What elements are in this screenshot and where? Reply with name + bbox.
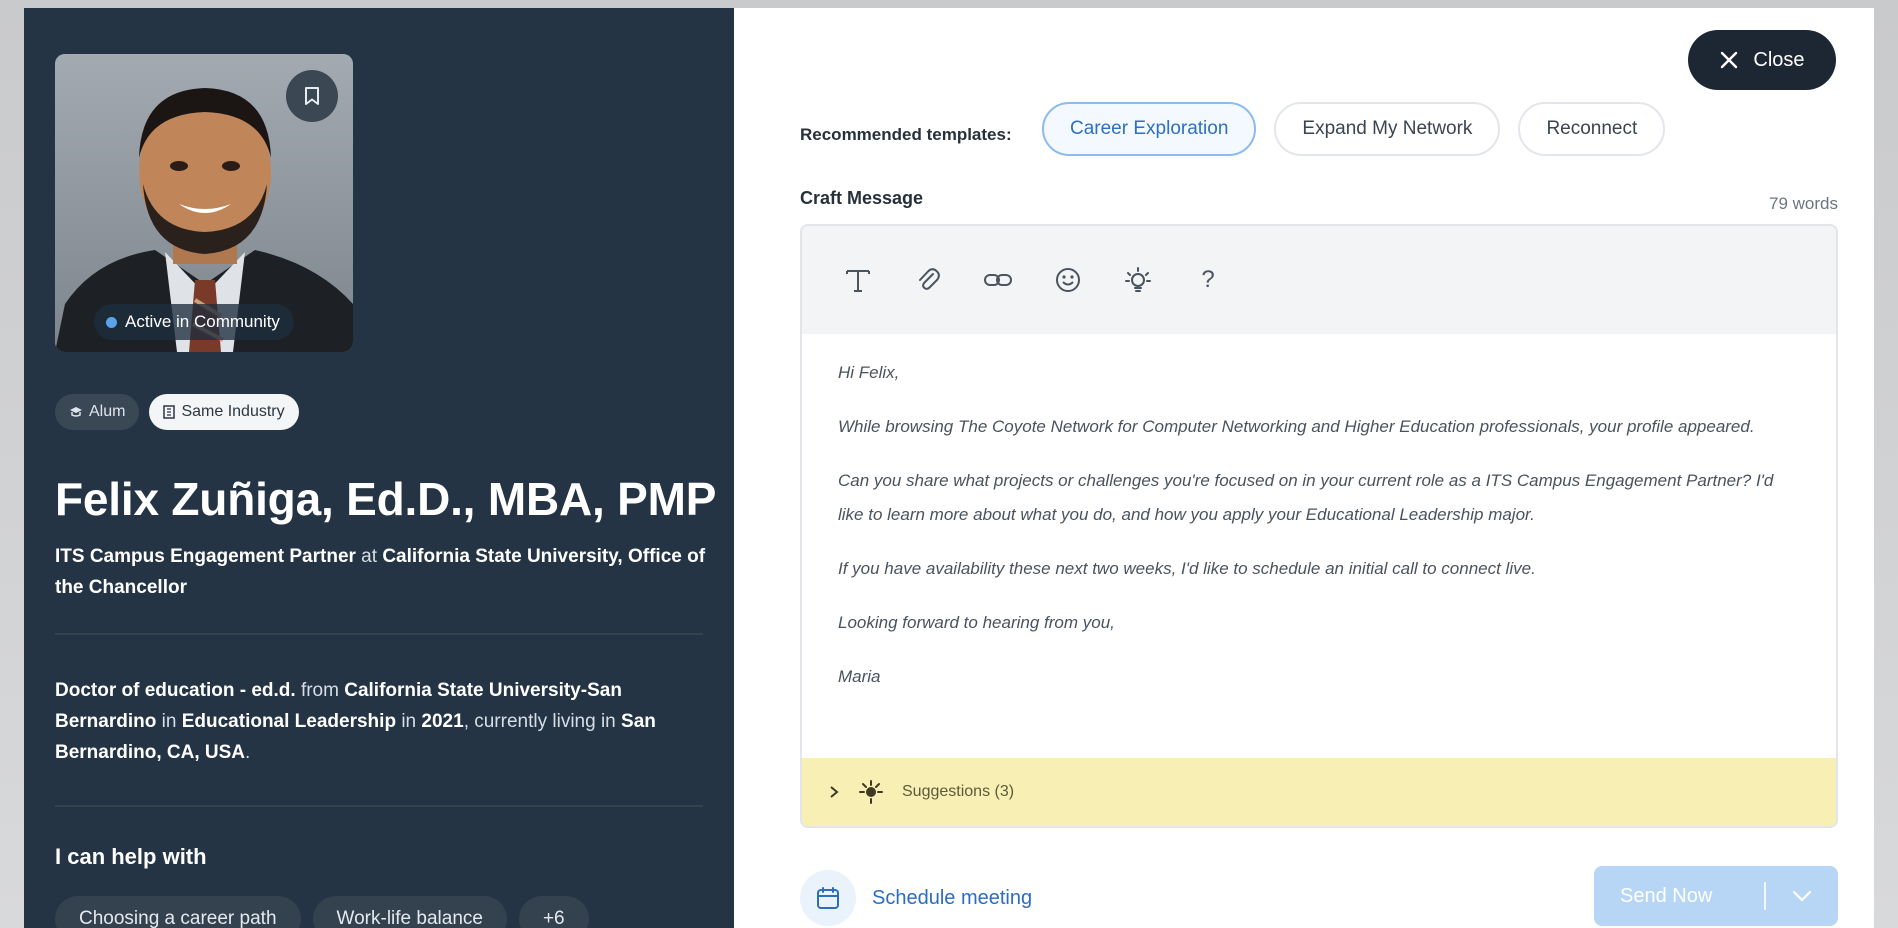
close-button-label: Close — [1753, 48, 1805, 71]
edu-year: 2021 — [421, 711, 464, 732]
divider — [55, 633, 703, 635]
edu-from-text: from — [295, 680, 345, 701]
template-reconnect[interactable]: Reconnect — [1518, 102, 1666, 156]
profile-tags: Alum Same Industry — [55, 394, 299, 430]
suggestions-label: Suggestions (3) — [902, 783, 1015, 800]
help-tags: Choosing a career path Work-life balance… — [55, 896, 589, 928]
close-button[interactable]: Close — [1688, 30, 1836, 90]
edu-end-text: . — [245, 742, 251, 763]
close-icon — [1721, 51, 1738, 69]
building-icon — [163, 405, 176, 419]
chevron-down-icon — [1792, 890, 1812, 902]
calendar-icon — [800, 870, 856, 926]
attachment-icon[interactable] — [908, 260, 948, 300]
emoji-icon[interactable] — [1048, 260, 1088, 300]
same-industry-tag: Same Industry — [149, 394, 299, 430]
role-at-text: at — [355, 546, 383, 567]
message-paragraph: Maria — [838, 667, 881, 686]
help-tag-career-path[interactable]: Choosing a career path — [55, 896, 301, 928]
bookmark-button[interactable] — [286, 70, 338, 122]
alum-tag: Alum — [55, 394, 140, 430]
role-title: ITS Campus Engagement Partner — [55, 546, 356, 567]
edu-in-text: in — [156, 711, 182, 732]
help-icon[interactable]: ? — [1188, 260, 1228, 300]
editor-toolbar: ? — [802, 226, 1836, 334]
message-paragraph: While browsing The Coyote Network for Co… — [838, 417, 1755, 436]
schedule-meeting-button[interactable]: Schedule meeting — [800, 870, 1032, 926]
message-editor[interactable]: ? Hi Felix, While browsing The Coyote Ne… — [800, 224, 1838, 828]
schedule-meeting-label: Schedule meeting — [872, 886, 1033, 909]
profile-name: Felix Zuñiga, Ed.D., MBA, PMP — [55, 473, 717, 525]
send-options-dropdown[interactable] — [1766, 890, 1838, 902]
lightbulb-icon[interactable] — [1118, 260, 1158, 300]
message-composer-modal: Active in Community Alum Same Industry F… — [24, 8, 1874, 928]
alum-tag-label: Alum — [89, 403, 126, 420]
graduation-cap-icon — [70, 407, 82, 417]
send-now-button[interactable]: Send Now — [1594, 866, 1838, 926]
chevron-right-icon — [830, 786, 839, 798]
suggestions-toggle[interactable]: Suggestions (3) — [802, 758, 1836, 826]
message-body[interactable]: Hi Felix, While browsing The Coyote Netw… — [802, 334, 1836, 694]
profile-role: ITS Campus Engagement Partner at Califor… — [55, 541, 735, 603]
help-tag-more[interactable]: +6 — [518, 896, 589, 928]
help-tag-work-life-balance[interactable]: Work-life balance — [312, 896, 507, 928]
send-now-label: Send Now — [1620, 884, 1713, 907]
edu-in2-text: in — [396, 711, 422, 732]
edu-major: Educational Leadership — [181, 711, 397, 732]
message-paragraph: Looking forward to hearing from you, — [838, 613, 1115, 632]
bookmark-icon — [305, 87, 319, 105]
template-expand-my-network[interactable]: Expand My Network — [1274, 102, 1501, 156]
profile-education: Doctor of education - ed.d. from Califor… — [55, 675, 715, 768]
template-options: Career Exploration Expand My Network Rec… — [1042, 102, 1666, 156]
craft-message-label: Craft Message — [800, 188, 924, 208]
lightbulb-icon — [859, 780, 883, 804]
message-paragraph: If you have availability these next two … — [838, 559, 1536, 578]
edu-living-text: , currently living in — [463, 711, 622, 732]
active-dot-icon — [106, 316, 117, 328]
word-count: 79 words — [1769, 194, 1838, 213]
message-paragraph: Can you share what projects or challenge… — [838, 471, 1774, 524]
message-paragraph: Hi Felix, — [838, 363, 900, 382]
template-career-exploration[interactable]: Career Exploration — [1042, 102, 1257, 156]
templates-label: Recommended templates: — [800, 125, 1012, 144]
link-icon[interactable] — [978, 260, 1018, 300]
help-section-title: I can help with — [55, 844, 207, 869]
same-industry-tag-label: Same Industry — [181, 403, 285, 420]
profile-panel: Active in Community Alum Same Industry F… — [24, 8, 734, 928]
active-status-badge: Active in Community — [94, 304, 294, 340]
active-badge-label: Active in Community — [125, 312, 280, 331]
edu-degree: Doctor of education - ed.d. — [55, 680, 296, 701]
text-format-icon[interactable] — [838, 260, 878, 300]
divider — [55, 805, 703, 807]
